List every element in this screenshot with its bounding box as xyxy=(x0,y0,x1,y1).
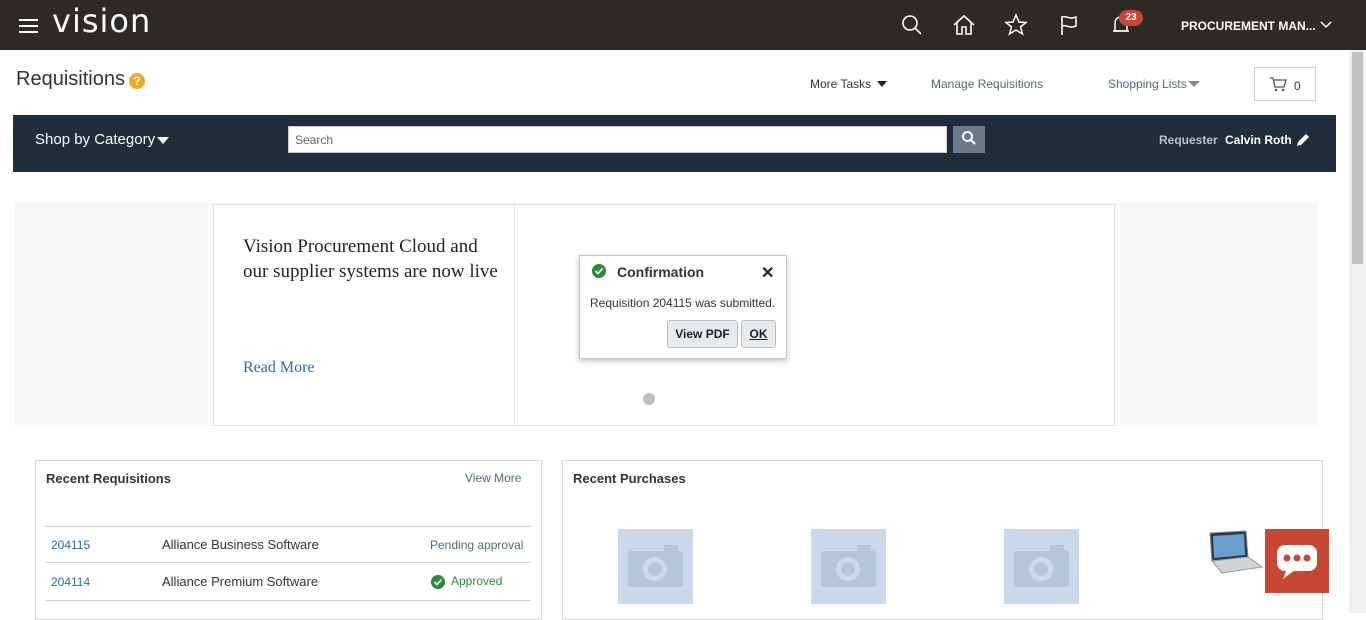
requisition-name: Alliance Premium Software xyxy=(162,574,319,589)
requester-label: Requester xyxy=(1159,133,1218,147)
recent-purchases-title: Recent Purchases xyxy=(573,471,686,486)
laptop-product-image[interactable] xyxy=(1202,529,1264,577)
close-icon[interactable]: ✕ xyxy=(761,263,774,283)
product-image-placeholder[interactable] xyxy=(811,529,886,604)
product-image-placeholder[interactable] xyxy=(618,529,693,604)
banner-headline: Vision Procurement Cloud and our supplie… xyxy=(243,236,498,282)
divider xyxy=(46,526,531,527)
caret-down-icon[interactable] xyxy=(1188,81,1200,87)
caret-down-icon[interactable] xyxy=(877,81,887,87)
status-pending: Pending approval xyxy=(430,538,524,552)
approved-check-icon xyxy=(431,575,445,589)
scrollbar-thumb[interactable] xyxy=(1352,52,1363,264)
search-icon xyxy=(962,131,976,145)
help-icon[interactable]: ? xyxy=(129,73,145,89)
camera-icon xyxy=(628,545,683,587)
divider xyxy=(46,562,531,563)
user-menu[interactable]: PROCUREMENT MAN... xyxy=(1181,19,1316,33)
dialog-title: Confirmation xyxy=(617,264,705,280)
camera-icon xyxy=(821,545,876,587)
search-input[interactable] xyxy=(288,126,947,153)
hamburger-menu-icon[interactable] xyxy=(19,19,38,33)
cart-button[interactable] xyxy=(1254,67,1316,101)
cart-count: 0 xyxy=(1294,79,1301,93)
chat-bubble-icon xyxy=(1277,545,1317,579)
read-more-link[interactable]: Read More xyxy=(243,359,315,377)
shopping-cart-icon xyxy=(1270,77,1287,92)
caret-down-icon[interactable] xyxy=(157,137,169,144)
shopping-lists-menu[interactable]: Shopping Lists xyxy=(1108,77,1187,91)
view-more-link[interactable]: View More xyxy=(465,471,521,485)
edit-pencil-icon[interactable] xyxy=(1294,131,1312,149)
requisition-id-link[interactable]: 204115 xyxy=(51,538,90,552)
home-icon[interactable] xyxy=(951,12,977,38)
dialog-message: Requisition 204115 was submitted. xyxy=(590,296,776,310)
search-icon[interactable] xyxy=(899,12,925,38)
notification-badge: 23 xyxy=(1119,10,1143,26)
recent-requisitions-title: Recent Requisitions xyxy=(46,471,171,486)
flag-icon[interactable] xyxy=(1056,12,1082,38)
top-bar xyxy=(0,0,1366,50)
manage-requisitions-link[interactable]: Manage Requisitions xyxy=(931,77,1043,91)
app-logo[interactable]: vision xyxy=(52,2,151,40)
chevron-down-icon[interactable] xyxy=(1320,20,1332,30)
ok-button[interactable]: OK xyxy=(741,320,776,348)
chat-button[interactable] xyxy=(1265,529,1329,593)
product-image-placeholder[interactable] xyxy=(1004,529,1079,604)
search-button[interactable] xyxy=(953,126,985,153)
shop-by-category-menu[interactable]: Shop by Category xyxy=(35,131,155,148)
camera-icon xyxy=(1014,545,1069,587)
carousel-indicator[interactable] xyxy=(643,393,655,405)
divider xyxy=(46,600,531,601)
more-tasks-menu[interactable]: More Tasks xyxy=(810,77,871,91)
page-title: Requisitions xyxy=(16,68,125,90)
requisition-name: Alliance Business Software xyxy=(162,537,319,552)
requisition-id-link[interactable]: 204114 xyxy=(51,575,90,589)
favorites-star-icon[interactable] xyxy=(1003,12,1029,38)
success-check-icon xyxy=(592,264,606,278)
view-pdf-button[interactable]: View PDF xyxy=(667,320,738,348)
requester-name: Calvin Roth xyxy=(1225,133,1292,147)
status-approved: Approved xyxy=(451,574,503,588)
